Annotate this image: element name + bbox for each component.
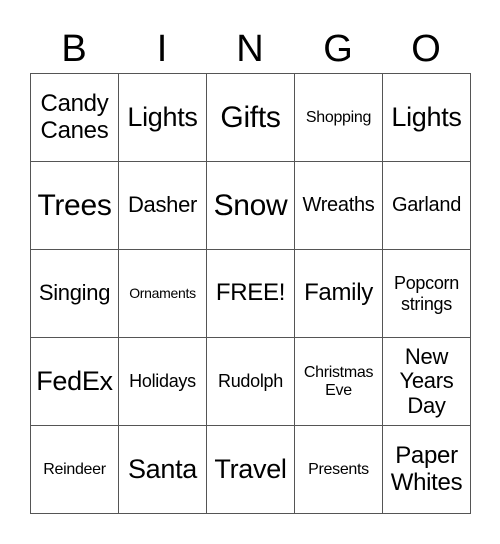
bingo-cell[interactable]: Reindeer [31,426,119,514]
bingo-cell[interactable]: Candy Canes [31,74,119,162]
header-letter-g: G [323,28,353,70]
header-letter-b: B [61,28,87,70]
bingo-cell[interactable]: Presents [295,426,383,514]
bingo-free-space[interactable]: FREE! [207,250,295,338]
header-letter-o: O [411,28,441,70]
bingo-cell[interactable]: Lights [119,74,207,162]
bingo-cell[interactable]: New Years Day [383,338,471,426]
bingo-cell[interactable]: Rudolph [207,338,295,426]
bingo-cell[interactable]: FedEx [31,338,119,426]
bingo-cell[interactable]: Lights [383,74,471,162]
header-letter-n: N [236,28,264,70]
bingo-cell[interactable]: Singing [31,250,119,338]
bingo-card-grid: Candy Canes Lights Gifts Shopping Lights… [30,73,471,514]
bingo-cell[interactable]: Trees [31,162,119,250]
bingo-cell[interactable]: Garland [383,162,471,250]
bingo-cell[interactable]: Paper Whites [383,426,471,514]
bingo-cell[interactable]: Travel [207,426,295,514]
bingo-cell[interactable]: Snow [207,162,295,250]
bingo-header: B I N G O [30,26,470,72]
bingo-cell[interactable]: Christmas Eve [295,338,383,426]
bingo-cell[interactable]: Wreaths [295,162,383,250]
bingo-cell[interactable]: Santa [119,426,207,514]
header-letter-i: I [156,28,168,70]
bingo-cell[interactable]: Holidays [119,338,207,426]
bingo-cell[interactable]: Dasher [119,162,207,250]
bingo-cell[interactable]: Family [295,250,383,338]
bingo-cell[interactable]: Popcorn strings [383,250,471,338]
bingo-cell[interactable]: Shopping [295,74,383,162]
bingo-cell[interactable]: Ornaments [119,250,207,338]
bingo-cell[interactable]: Gifts [207,74,295,162]
